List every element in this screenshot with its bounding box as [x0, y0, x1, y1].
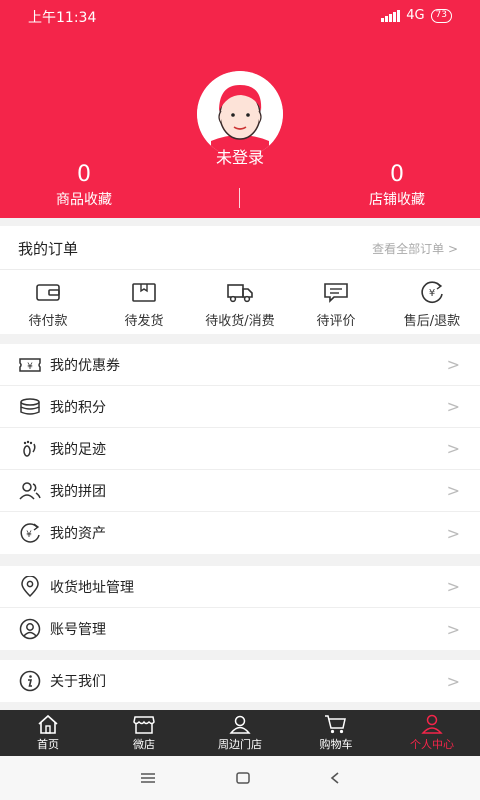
tab-home-label: 首页 — [37, 738, 59, 751]
stats-divider — [239, 188, 240, 208]
tab-cart-label: 购物车 — [319, 738, 353, 751]
svg-text:¥: ¥ — [26, 530, 32, 540]
svg-text:¥: ¥ — [27, 362, 33, 372]
bottom-tab-bar: 首页 微店 周边门店 购物车 个人中心 — [0, 710, 480, 756]
store-favorites-label: 店铺收藏 — [369, 192, 425, 208]
tab-nearby-stores[interactable]: 周边门店 — [192, 710, 288, 756]
system-navigation-bar — [0, 756, 480, 800]
menu-item-address-label: 收货地址管理 — [50, 579, 134, 596]
network-type: 4G — [406, 8, 425, 23]
view-all-orders-link[interactable]: 查看全部订单 > — [372, 240, 458, 257]
menu-item-about-label: 关于我们 — [50, 674, 106, 690]
tab-home[interactable]: 首页 — [0, 710, 96, 756]
order-pending-receipt-label: 待收货/消费 — [205, 314, 275, 329]
menu-item-footprints[interactable]: 我的足迹 > — [0, 428, 480, 470]
chevron-right-icon: > — [446, 397, 460, 416]
tab-nearby-stores-label: 周边门店 — [218, 738, 262, 751]
assets-icon: ¥ — [20, 523, 40, 543]
menu-item-group-buy[interactable]: 我的拼团 > — [0, 470, 480, 512]
menu-item-assets[interactable]: ¥ 我的资产 > — [0, 512, 480, 554]
menu-group-about: 关于我们 > — [0, 660, 480, 702]
menu-item-account[interactable]: 账号管理 > — [0, 608, 480, 650]
coins-icon — [20, 398, 40, 415]
menu-icon[interactable] — [139, 771, 157, 785]
tab-profile[interactable]: 个人中心 — [384, 710, 480, 756]
profile-icon — [421, 714, 443, 734]
chevron-right-icon: > — [446, 355, 460, 374]
chevron-right-icon: > — [446, 523, 460, 543]
menu-item-coupons-label: 我的优惠券 — [50, 357, 120, 374]
shop-icon — [133, 716, 155, 734]
refund-icon: ¥ — [421, 281, 443, 303]
svg-text:¥: ¥ — [429, 288, 435, 299]
order-pending-payment-label: 待付款 — [28, 314, 68, 329]
truck-icon — [227, 284, 253, 303]
order-pending-receipt[interactable]: 待收货/消费 — [192, 270, 288, 334]
menu-group-account: 收货地址管理 > 账号管理 > — [0, 566, 480, 650]
status-time: 上午11:34 — [28, 10, 97, 26]
menu-item-assets-label: 我的资产 — [50, 526, 106, 542]
nearby-store-icon — [229, 715, 251, 734]
order-status-row: 待付款 待发货 待收货/消费 待评价 ¥ 售后/退款 — [0, 270, 480, 334]
menu-item-about[interactable]: 关于我们 > — [0, 660, 480, 702]
back-icon[interactable] — [329, 771, 341, 785]
chevron-right-icon: > — [446, 577, 460, 596]
menu-item-points-label: 我的积分 — [50, 399, 106, 416]
order-after-sales[interactable]: ¥ 售后/退款 — [384, 270, 480, 334]
home-button-icon[interactable] — [235, 771, 251, 785]
menu-item-footprints-label: 我的足迹 — [50, 441, 106, 458]
order-pending-payment[interactable]: 待付款 — [0, 270, 96, 334]
profile-header: 上午11:34 4G 73 未登录 0 商品收藏 0 店铺收藏 — [0, 0, 480, 218]
wallet-icon — [36, 284, 60, 301]
chevron-right-icon: > — [446, 619, 460, 639]
chevron-right-icon: > — [446, 671, 460, 691]
info-icon — [19, 670, 41, 692]
status-indicators: 4G 73 — [381, 8, 452, 23]
menu-item-address[interactable]: 收货地址管理 > — [0, 566, 480, 608]
account-icon — [19, 618, 41, 640]
group-icon — [19, 482, 41, 500]
package-icon — [132, 283, 156, 302]
orders-header: 我的订单 查看全部订单 > — [0, 226, 480, 270]
store-favorites[interactable]: 0 店铺收藏 — [317, 163, 477, 209]
menu-item-group-buy-label: 我的拼团 — [50, 483, 106, 500]
order-pending-shipment[interactable]: 待发货 — [96, 270, 192, 334]
menu-group-assets: ¥ 我的优惠券 > 我的积分 > 我的足迹 > 我的拼团 > ¥ 我的资产 > — [0, 344, 480, 554]
status-bar: 上午11:34 4G 73 — [0, 0, 480, 32]
orders-title: 我的订单 — [18, 240, 79, 258]
location-icon — [21, 576, 39, 598]
coupon-icon: ¥ — [19, 358, 41, 372]
tab-cart[interactable]: 购物车 — [288, 710, 384, 756]
order-after-sales-label: 售后/退款 — [403, 314, 461, 329]
chevron-right-icon: > — [446, 439, 460, 458]
comment-icon — [324, 283, 348, 303]
order-pending-review[interactable]: 待评价 — [288, 270, 384, 334]
signal-icon — [381, 9, 401, 22]
tab-profile-label: 个人中心 — [410, 738, 454, 751]
home-icon — [38, 714, 58, 734]
menu-item-account-label: 账号管理 — [50, 622, 106, 638]
battery-icon: 73 — [430, 8, 452, 23]
cart-icon — [325, 715, 346, 734]
chevron-right-icon: > — [446, 481, 460, 500]
menu-item-points[interactable]: 我的积分 > — [0, 386, 480, 428]
tab-shop[interactable]: 微店 — [96, 710, 192, 756]
order-pending-shipment-label: 待发货 — [124, 314, 164, 329]
footprint-icon — [23, 440, 36, 457]
product-favorites-count: 0 — [77, 162, 91, 187]
product-favorites-label: 商品收藏 — [56, 192, 112, 208]
tab-shop-label: 微店 — [133, 738, 155, 751]
product-favorites[interactable]: 0 商品收藏 — [4, 163, 164, 209]
order-pending-review-label: 待评价 — [316, 314, 356, 329]
store-favorites-count: 0 — [390, 162, 404, 187]
menu-item-coupons[interactable]: ¥ 我的优惠券 > — [0, 344, 480, 386]
